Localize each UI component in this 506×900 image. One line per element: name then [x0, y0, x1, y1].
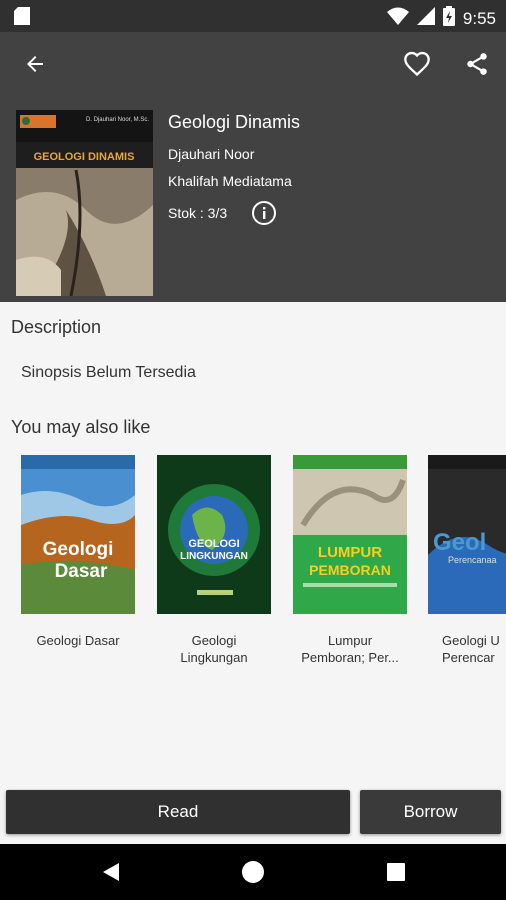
favorite-button[interactable] [395, 42, 439, 86]
rec-caption: Lumpur Pemboran; Per... [282, 632, 418, 666]
stock-count: Stok : 3/3 [168, 205, 228, 221]
rec-caption: Geologi Dasar [36, 633, 120, 648]
rec-item-geologi-perencanaan[interactable]: Geol Perencanaa Geologi U Perencar [418, 455, 506, 666]
battery-icon [442, 6, 455, 31]
book-title: Geologi Dinamis [168, 112, 301, 132]
heart-outline-icon [404, 51, 430, 77]
signal-icon [416, 7, 435, 30]
svg-text:Dasar: Dasar [55, 561, 108, 582]
status-bar: 9:55 [0, 0, 506, 32]
cover-title: GEOLOGI DINAMIS [34, 151, 135, 163]
svg-text:Geologi: Geologi [43, 539, 114, 560]
svg-text:PEMBORAN: PEMBORAN [309, 562, 391, 578]
book-header: D. Djauhari Noor, M.Sc. GEOLOGI DINAMIS … [0, 32, 506, 302]
rec-caption-text: Geologi Lingkungan [180, 633, 248, 665]
rec-caption: Geologi U Perencar [418, 632, 506, 666]
arrow-left-icon [27, 56, 43, 72]
svg-text:GEOLOGI: GEOLOGI [188, 538, 239, 550]
borrow-button[interactable]: Borrow [360, 790, 501, 834]
rec-cover: LUMPUR PEMBORAN [293, 455, 407, 614]
action-bar: Read Borrow [0, 788, 506, 836]
rec-caption-text: Geologi U Perencar [442, 633, 500, 665]
sd-card-icon [14, 7, 30, 30]
read-button[interactable]: Read [6, 790, 350, 834]
book-cover: D. Djauhari Noor, M.Sc. GEOLOGI DINAMIS [16, 110, 153, 296]
rec-item-lumpur-pemboran[interactable]: LUMPUR PEMBORAN Lumpur Pemboran; Per... [282, 455, 418, 666]
recents-square-icon[interactable] [382, 858, 410, 886]
back-button[interactable] [13, 42, 57, 86]
system-nav-bar [0, 844, 506, 900]
recommendations-list[interactable]: Geologi Dasar Geologi Dasar GEOLOGI LING… [0, 455, 506, 675]
info-icon[interactable] [251, 200, 277, 226]
svg-text:LINGKUNGAN: LINGKUNGAN [180, 551, 248, 562]
wifi-icon [386, 7, 409, 30]
svg-text:LUMPUR: LUMPUR [318, 544, 382, 561]
home-circle-icon[interactable] [239, 858, 267, 886]
svg-text:Perencanaa: Perencanaa [448, 555, 497, 565]
back-triangle-icon[interactable] [96, 858, 124, 886]
book-author: Djauhari Noor [168, 146, 255, 162]
recommendations-heading: You may also like [11, 417, 151, 437]
description-heading: Description [11, 317, 102, 337]
share-icon [467, 53, 487, 75]
book-publisher: Khalifah Mediatama [168, 173, 292, 189]
rec-item-geologi-lingkungan[interactable]: GEOLOGI LINGKUNGAN Geologi Lingkungan [146, 455, 282, 666]
cover-author-line: D. Djauhari Noor, M.Sc. [86, 117, 149, 123]
rec-cover: Geol Perencanaa [428, 455, 506, 614]
svg-text:Geol: Geol [433, 529, 486, 556]
rec-cover: Geologi Dasar [21, 455, 135, 614]
rec-caption: Geologi Lingkungan [146, 632, 282, 666]
rec-cover: GEOLOGI LINGKUNGAN [157, 455, 271, 614]
share-button[interactable] [455, 42, 499, 86]
description-text: Sinopsis Belum Tersedia [21, 364, 196, 381]
status-time: 9:55 [462, 8, 496, 28]
rec-item-geologi-dasar[interactable]: Geologi Dasar Geologi Dasar [10, 455, 146, 649]
rec-caption-text: Lumpur Pemboran; Per... [301, 633, 399, 665]
